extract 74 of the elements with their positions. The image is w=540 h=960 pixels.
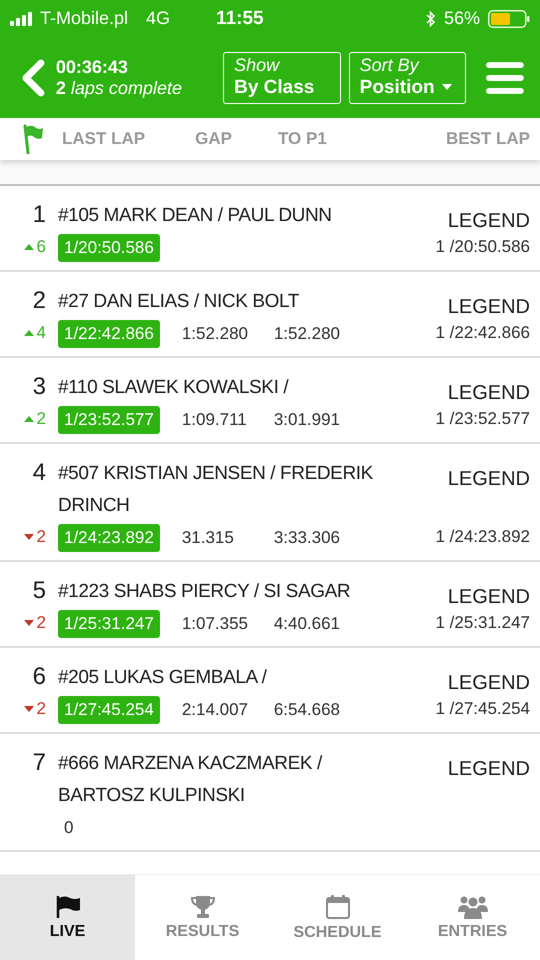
laps-complete: 2 laps complete: [56, 78, 183, 98]
gap-time: 2:14.007: [182, 700, 249, 720]
to-p1-time: 4:40.661: [274, 614, 340, 634]
flag-icon: [54, 894, 80, 918]
column-header[interactable]: GAP: [195, 129, 232, 149]
gap-time: 1:07.355: [182, 614, 249, 634]
class-label: LEGEND: [448, 467, 530, 492]
position-change: 2: [24, 613, 46, 633]
carrier-name: T-Mobile.pl: [40, 8, 128, 29]
driver-names: #27 DAN ELIAS / NICK BOLT: [58, 290, 300, 314]
best-lap-time: 1 /25:31.247: [435, 613, 530, 633]
battery-percent: 56%: [444, 8, 480, 29]
best-lap-time: 1 /23:52.577: [435, 409, 530, 429]
to-p1-time: 3:01.991: [274, 410, 340, 430]
position-change: 6: [24, 237, 46, 257]
caret-icon: [442, 84, 452, 90]
position-change: 2: [24, 527, 46, 547]
column-header[interactable]: TO P1: [278, 129, 327, 149]
last-lap-time: 1/27:45.254: [58, 696, 160, 724]
driver-names: #105 MARK DEAN / PAUL DUNN: [58, 204, 333, 228]
driver-names: #205 LUKAS GEMBALA /: [58, 666, 268, 690]
network-type: 4G: [146, 8, 170, 29]
to-p1-time: 6:54.668: [274, 700, 340, 720]
people-icon: [458, 894, 488, 918]
sort-by-dropdown[interactable]: Sort By Position: [348, 52, 466, 104]
driver-names: #666 MARZENA KACZMAREK / BARTOSZ KULPINSKI: [58, 752, 324, 808]
position-number: 3: [32, 372, 46, 402]
gap-time: 31.315: [182, 528, 235, 548]
position-number: 1: [32, 200, 46, 230]
last-lap-time: 1/25:31.247: [58, 610, 160, 638]
position-number: 2: [32, 286, 46, 316]
class-label: LEGEND: [448, 671, 530, 696]
class-label: LEGEND: [448, 381, 530, 406]
position-change: 2: [24, 409, 46, 429]
best-lap-time: 1 /24:23.892: [435, 527, 530, 547]
last-lap-time: 1/23:52.577: [58, 406, 160, 434]
menu-icon[interactable]: [486, 62, 524, 94]
last-lap-time: 1/22:42.866: [58, 320, 160, 348]
to-p1-time: 1:52.280: [274, 324, 340, 344]
driver-names: #110 SLAWEK KOWALSKI /: [58, 376, 290, 400]
best-lap-time: 1 /27:45.254: [435, 699, 530, 719]
nav-tab[interactable]: LIVE: [0, 875, 135, 960]
position-number: 4: [32, 458, 46, 488]
position-change: 4: [24, 323, 46, 343]
best-lap-time: 1 /20:50.586: [435, 237, 530, 257]
clock-time: 11:55: [216, 8, 264, 30]
elapsed-time: 00:36:43: [56, 56, 129, 78]
battery-icon: [488, 10, 530, 28]
back-icon[interactable]: [20, 58, 46, 96]
position-number: 5: [32, 576, 46, 606]
bluetooth-icon: [426, 10, 436, 26]
position-number: 6: [32, 662, 46, 692]
trophy-icon: [190, 894, 216, 918]
calendar-icon: [324, 894, 350, 920]
best-lap-time: 1 /22:42.866: [435, 323, 530, 343]
class-label: LEGEND: [448, 585, 530, 610]
driver-names: #507 KRISTIAN JENSEN / FREDERIK DRINCH: [58, 462, 374, 518]
position-change: 2: [24, 699, 46, 719]
gap-time: 1:52.280: [182, 324, 249, 344]
last-lap-time: 0: [63, 817, 74, 839]
class-label: LEGEND: [448, 295, 530, 320]
show-by-class-button[interactable]: Show By Class: [223, 52, 341, 104]
signal-icon: [10, 12, 34, 26]
class-label: LEGEND: [448, 757, 530, 782]
column-header[interactable]: BEST LAP: [446, 129, 530, 149]
last-lap-time: 1/20:50.586: [58, 234, 160, 262]
flag-icon: [22, 124, 44, 154]
to-p1-time: 3:33.306: [274, 528, 340, 548]
driver-names: #1223 SHABS PIERCY / SI SAGAR: [58, 580, 352, 604]
gap-time: 1:09.711: [182, 410, 248, 430]
last-lap-time: 1/24:23.892: [58, 524, 160, 552]
column-header[interactable]: LAST LAP: [62, 129, 146, 149]
class-label: LEGEND: [448, 209, 530, 234]
position-number: 7: [32, 748, 46, 778]
